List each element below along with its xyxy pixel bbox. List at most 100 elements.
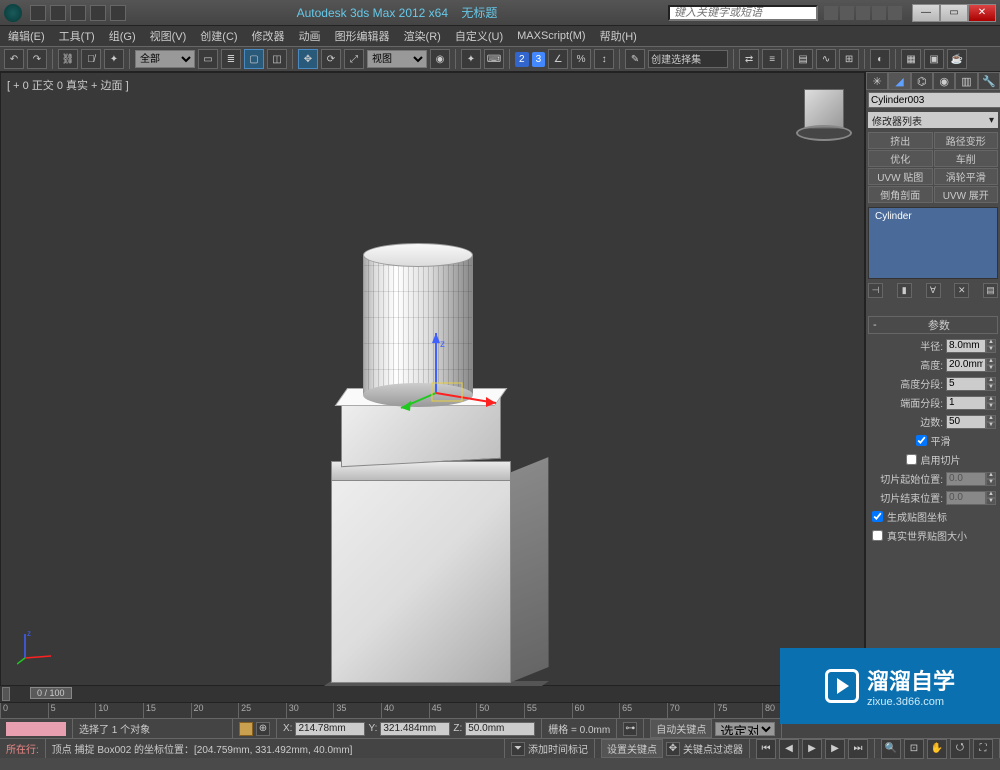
snap-toggle-3d-icon[interactable]: 3: [532, 52, 546, 67]
sides-input[interactable]: [946, 415, 986, 429]
qat-undo-icon[interactable]: [90, 5, 106, 21]
spinner-down-icon[interactable]: ▼: [986, 346, 996, 353]
unlink-icon[interactable]: ⛓̸: [81, 49, 101, 69]
menu-modifiers[interactable]: 修改器: [252, 28, 285, 44]
next-frame-icon[interactable]: ▶: [825, 739, 845, 759]
mod-pathdeform-button[interactable]: 路径变形: [934, 132, 999, 149]
tab-motion-icon[interactable]: ◉: [933, 72, 955, 90]
bind-spacewarp-icon[interactable]: ✦: [104, 49, 124, 69]
menu-animation[interactable]: 动画: [299, 28, 321, 44]
select-by-name-icon[interactable]: ≣: [221, 49, 241, 69]
align-icon[interactable]: ≡: [762, 49, 782, 69]
gen-uv-checkbox[interactable]: [872, 511, 883, 522]
timeconfig-icon[interactable]: ⊶: [623, 722, 637, 736]
max-toggle-icon[interactable]: ⛶: [973, 739, 993, 759]
angle-snap-icon[interactable]: ∠: [548, 49, 568, 69]
spinner-down-icon[interactable]: ▼: [986, 422, 996, 429]
exchange-icon[interactable]: [856, 6, 870, 20]
render-setup-icon[interactable]: ▦: [901, 49, 921, 69]
show-end-result-icon[interactable]: ▮: [897, 283, 912, 298]
menu-customize[interactable]: 自定义(U): [455, 28, 503, 44]
menu-graph-editors[interactable]: 图形编辑器: [335, 28, 390, 44]
timeline-left-icon[interactable]: [2, 687, 10, 701]
mod-bevelprofile-button[interactable]: 倒角剖面: [868, 186, 933, 203]
modifier-stack[interactable]: Cylinder: [868, 207, 998, 279]
select-manipulate-icon[interactable]: ✦: [461, 49, 481, 69]
transform-gizmo[interactable]: z: [396, 333, 516, 456]
viewcube[interactable]: [796, 85, 852, 141]
rendered-frame-icon[interactable]: ▣: [924, 49, 944, 69]
qat-redo-icon[interactable]: [110, 5, 126, 21]
key-mode-icon[interactable]: ✥: [666, 742, 680, 756]
tab-utilities-icon[interactable]: 🔧: [978, 72, 1000, 90]
select-rotate-icon[interactable]: ⟳: [321, 49, 341, 69]
mod-turbosmooth-button[interactable]: 涡轮平滑: [934, 168, 999, 185]
orbit-icon[interactable]: ⭯: [950, 739, 970, 759]
named-selection-dropdown[interactable]: 创建选择集: [648, 50, 728, 68]
link-icon[interactable]: ⛓: [58, 49, 78, 69]
qat-save-icon[interactable]: [70, 5, 86, 21]
maximize-button[interactable]: ▭: [940, 4, 968, 22]
key-filter-label[interactable]: 关键点过滤器: [683, 741, 743, 756]
configure-sets-icon[interactable]: ▤: [983, 283, 998, 298]
real-world-checkbox[interactable]: [872, 530, 883, 541]
remove-modifier-icon[interactable]: ✕: [954, 283, 969, 298]
select-region-icon[interactable]: ▢: [244, 49, 264, 69]
select-object-icon[interactable]: ▭: [198, 49, 218, 69]
qat-new-icon[interactable]: [30, 5, 46, 21]
material-editor-icon[interactable]: ◐: [870, 49, 890, 69]
absolute-transform-icon[interactable]: ⊕: [256, 722, 270, 736]
viewport-label[interactable]: [ + 0 正交 0 真实 + 边面 ]: [7, 77, 129, 93]
menu-maxscript[interactable]: MAXScript(M): [517, 30, 585, 42]
goto-start-icon[interactable]: ⏮: [756, 739, 776, 759]
zoom-icon[interactable]: 🔍: [881, 739, 901, 759]
stack-item-cylinder[interactable]: Cylinder: [871, 210, 995, 223]
select-scale-icon[interactable]: ⤢: [344, 49, 364, 69]
add-time-tag[interactable]: 添加时间标记: [528, 741, 588, 756]
spinner-down-icon[interactable]: ▼: [986, 403, 996, 410]
y-input[interactable]: [380, 722, 450, 736]
redo-icon[interactable]: ↷: [27, 49, 47, 69]
spinner-up-icon[interactable]: ▲: [986, 358, 996, 365]
percent-snap-icon[interactable]: %: [571, 49, 591, 69]
help-search-input[interactable]: [668, 5, 818, 21]
make-unique-icon[interactable]: ∀: [926, 283, 941, 298]
menu-help[interactable]: 帮助(H): [600, 28, 637, 44]
x-input[interactable]: [295, 722, 365, 736]
height-segs-input[interactable]: [946, 377, 986, 391]
render-icon[interactable]: ☕: [947, 49, 967, 69]
mod-uvwunwrap-button[interactable]: UVW 展开: [934, 186, 999, 203]
keyboard-shortcut-icon[interactable]: ⌨: [484, 49, 504, 69]
script-listener-mini[interactable]: [6, 722, 66, 736]
window-crossing-icon[interactable]: ◫: [267, 49, 287, 69]
ref-coord-dropdown[interactable]: 视图: [367, 50, 427, 68]
menu-create[interactable]: 创建(C): [200, 28, 237, 44]
z-input[interactable]: [465, 722, 535, 736]
pin-stack-icon[interactable]: ⊣: [868, 283, 883, 298]
minimize-button[interactable]: —: [912, 4, 940, 22]
menu-views[interactable]: 视图(V): [150, 28, 187, 44]
search-icon[interactable]: [824, 6, 838, 20]
menu-tools[interactable]: 工具(T): [59, 28, 95, 44]
radius-input[interactable]: [946, 339, 986, 353]
cap-segs-input[interactable]: [946, 396, 986, 410]
pivot-icon[interactable]: ◉: [430, 49, 450, 69]
favorites-icon[interactable]: [872, 6, 886, 20]
selection-filter-dropdown[interactable]: 全部: [135, 50, 195, 68]
set-key-button[interactable]: 设置关键点: [601, 739, 663, 758]
spinner-up-icon[interactable]: ▲: [986, 415, 996, 422]
mirror-icon[interactable]: ⇄: [739, 49, 759, 69]
tab-create-icon[interactable]: ✳: [866, 72, 888, 90]
mod-uvwmap-button[interactable]: UVW 贴图: [868, 168, 933, 185]
spinner-up-icon[interactable]: ▲: [986, 396, 996, 403]
menu-edit[interactable]: 编辑(E): [8, 28, 45, 44]
undo-icon[interactable]: ↶: [4, 49, 24, 69]
time-tag-icon[interactable]: ⏷: [511, 742, 525, 756]
menu-group[interactable]: 组(G): [109, 28, 136, 44]
snap-toggle-2d-icon[interactable]: 2: [515, 52, 529, 67]
schematic-view-icon[interactable]: ⊞: [839, 49, 859, 69]
spinner-up-icon[interactable]: ▲: [986, 377, 996, 384]
qat-open-icon[interactable]: [50, 5, 66, 21]
viewcube-compass[interactable]: [796, 125, 852, 141]
auto-key-button[interactable]: 自动关键点: [650, 719, 712, 738]
